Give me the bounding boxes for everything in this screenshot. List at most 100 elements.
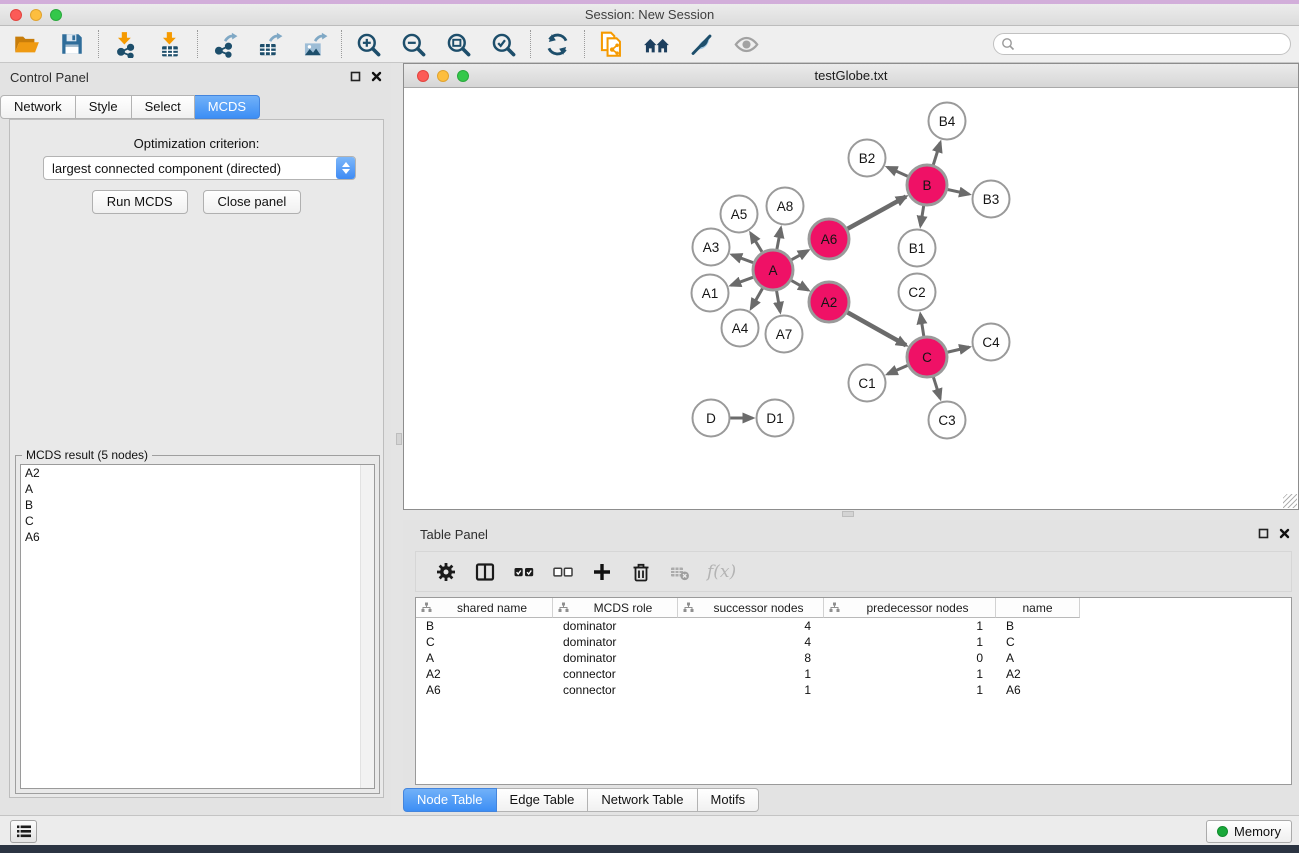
network-window-titlebar[interactable]: testGlobe.txt xyxy=(404,64,1298,88)
apply-layout-icon[interactable] xyxy=(544,31,571,58)
float-panel-icon[interactable] xyxy=(1258,528,1269,539)
table-cell[interactable]: B xyxy=(416,619,553,633)
eye-icon[interactable] xyxy=(733,31,760,58)
list-item[interactable]: A6 xyxy=(21,529,374,545)
table-cell[interactable]: 1 xyxy=(824,619,996,633)
tab-style[interactable]: Style xyxy=(76,95,132,119)
result-list-scrollbar[interactable] xyxy=(360,465,374,788)
column-header-mcds-role[interactable]: MCDS role xyxy=(553,598,678,618)
add-column-icon[interactable] xyxy=(590,560,614,584)
unselect-all-columns-icon[interactable] xyxy=(551,560,575,584)
table-cell[interactable]: dominator xyxy=(553,635,678,649)
zoom-window-button[interactable] xyxy=(50,9,62,21)
tab-edge-table[interactable]: Edge Table xyxy=(497,788,589,812)
export-image-icon[interactable] xyxy=(301,31,328,58)
memory-status-icon xyxy=(1217,826,1228,837)
import-table-icon[interactable] xyxy=(157,31,184,58)
tab-mcds[interactable]: MCDS xyxy=(195,95,260,119)
column-header-name[interactable]: name xyxy=(996,598,1080,618)
export-network-icon[interactable] xyxy=(211,31,238,58)
table-cell[interactable]: B xyxy=(996,619,1080,633)
double-house-icon[interactable] xyxy=(643,31,670,58)
table-cell[interactable]: 4 xyxy=(678,619,824,633)
table-cell[interactable]: A2 xyxy=(416,667,553,681)
zoom-fit-icon[interactable] xyxy=(445,31,472,58)
list-item[interactable]: A xyxy=(21,481,374,497)
table-cell[interactable]: C xyxy=(996,635,1080,649)
table-cell[interactable]: 8 xyxy=(678,651,824,665)
zoom-out-icon[interactable] xyxy=(400,31,427,58)
close-window-button[interactable] xyxy=(10,9,22,21)
close-panel-button[interactable]: Close panel xyxy=(203,190,302,214)
import-network-icon[interactable] xyxy=(112,31,139,58)
select-all-columns-icon[interactable] xyxy=(512,560,536,584)
tab-node-table[interactable]: Node Table xyxy=(403,788,497,812)
window-resize-grip[interactable] xyxy=(1283,494,1297,508)
table-row[interactable]: A6connector11A6 xyxy=(416,682,1291,698)
column-header-successor-nodes[interactable]: successor nodes xyxy=(678,598,824,618)
split-table-icon[interactable] xyxy=(473,560,497,584)
memory-button[interactable]: Memory xyxy=(1206,820,1292,843)
network-canvas[interactable]: AA1A2A3A4A5A6A7A8BB1B2B3B4CC1C2C3C4DD1 xyxy=(404,89,1298,509)
table-row[interactable]: Bdominator41B xyxy=(416,618,1291,634)
list-item[interactable]: C xyxy=(21,513,374,529)
table-cell[interactable]: connector xyxy=(553,667,678,681)
node-label-A5: A5 xyxy=(731,207,748,222)
search-icon xyxy=(1001,37,1015,51)
zoom-in-icon[interactable] xyxy=(355,31,382,58)
table-options-icon[interactable] xyxy=(434,560,458,584)
minimize-window-button[interactable] xyxy=(30,9,42,21)
list-item[interactable]: A2 xyxy=(21,465,374,481)
table-row[interactable]: A2connector11A2 xyxy=(416,666,1291,682)
list-item[interactable]: B xyxy=(21,497,374,513)
window-titlebar[interactable]: Session: New Session xyxy=(0,4,1299,26)
table-cell[interactable]: A xyxy=(996,651,1080,665)
table-cell[interactable]: 1 xyxy=(678,667,824,681)
table-cell[interactable]: A2 xyxy=(996,667,1080,681)
table-cell[interactable]: connector xyxy=(553,683,678,697)
table-cell[interactable]: A xyxy=(416,651,553,665)
documents-network-icon[interactable] xyxy=(598,31,625,58)
network-minimize-button[interactable] xyxy=(437,70,449,82)
network-zoom-button[interactable] xyxy=(457,70,469,82)
export-table-icon[interactable] xyxy=(256,31,283,58)
mcds-result-items: A2ABCA6 xyxy=(21,465,374,545)
tab-select[interactable]: Select xyxy=(132,95,195,119)
delete-columns-icon[interactable] xyxy=(629,560,653,584)
column-header-predecessor-nodes[interactable]: predecessor nodes xyxy=(824,598,996,618)
float-panel-icon[interactable] xyxy=(350,71,361,82)
close-panel-icon[interactable] xyxy=(371,71,382,82)
close-panel-icon[interactable] xyxy=(1279,528,1290,539)
show-log-button[interactable] xyxy=(10,820,37,843)
column-header-shared-name[interactable]: shared name xyxy=(416,598,553,618)
table-cell[interactable]: 1 xyxy=(824,683,996,697)
table-cell[interactable]: A6 xyxy=(996,683,1080,697)
open-session-icon[interactable] xyxy=(13,31,40,58)
optimization-criterion-select[interactable]: largest connected component (directed) xyxy=(43,156,356,180)
table-row[interactable]: Cdominator41C xyxy=(416,634,1291,650)
brush-slash-icon[interactable] xyxy=(688,31,715,58)
table-cell[interactable]: C xyxy=(416,635,553,649)
table-cell[interactable]: 1 xyxy=(824,635,996,649)
tab-network[interactable]: Network xyxy=(0,95,76,119)
table-panel-title: Table Panel xyxy=(420,527,488,542)
table-cell[interactable]: dominator xyxy=(553,619,678,633)
table-cell[interactable]: 1 xyxy=(824,667,996,681)
tab-network-table[interactable]: Network Table xyxy=(588,788,697,812)
horizontal-divider-handle[interactable] xyxy=(842,511,854,517)
node-label-C2: C2 xyxy=(908,285,925,300)
table-cell[interactable]: A6 xyxy=(416,683,553,697)
delete-table-icon xyxy=(668,560,692,584)
run-mcds-button[interactable]: Run MCDS xyxy=(92,190,188,214)
zoom-selected-icon[interactable] xyxy=(490,31,517,58)
table-row[interactable]: Adominator80A xyxy=(416,650,1291,666)
table-cell[interactable]: dominator xyxy=(553,651,678,665)
save-session-icon[interactable] xyxy=(58,31,85,58)
network-close-button[interactable] xyxy=(417,70,429,82)
vertical-divider-handle[interactable] xyxy=(396,433,402,445)
search-input[interactable] xyxy=(993,33,1291,55)
tab-motifs[interactable]: Motifs xyxy=(698,788,760,812)
table-cell[interactable]: 0 xyxy=(824,651,996,665)
table-cell[interactable]: 4 xyxy=(678,635,824,649)
table-cell[interactable]: 1 xyxy=(678,683,824,697)
